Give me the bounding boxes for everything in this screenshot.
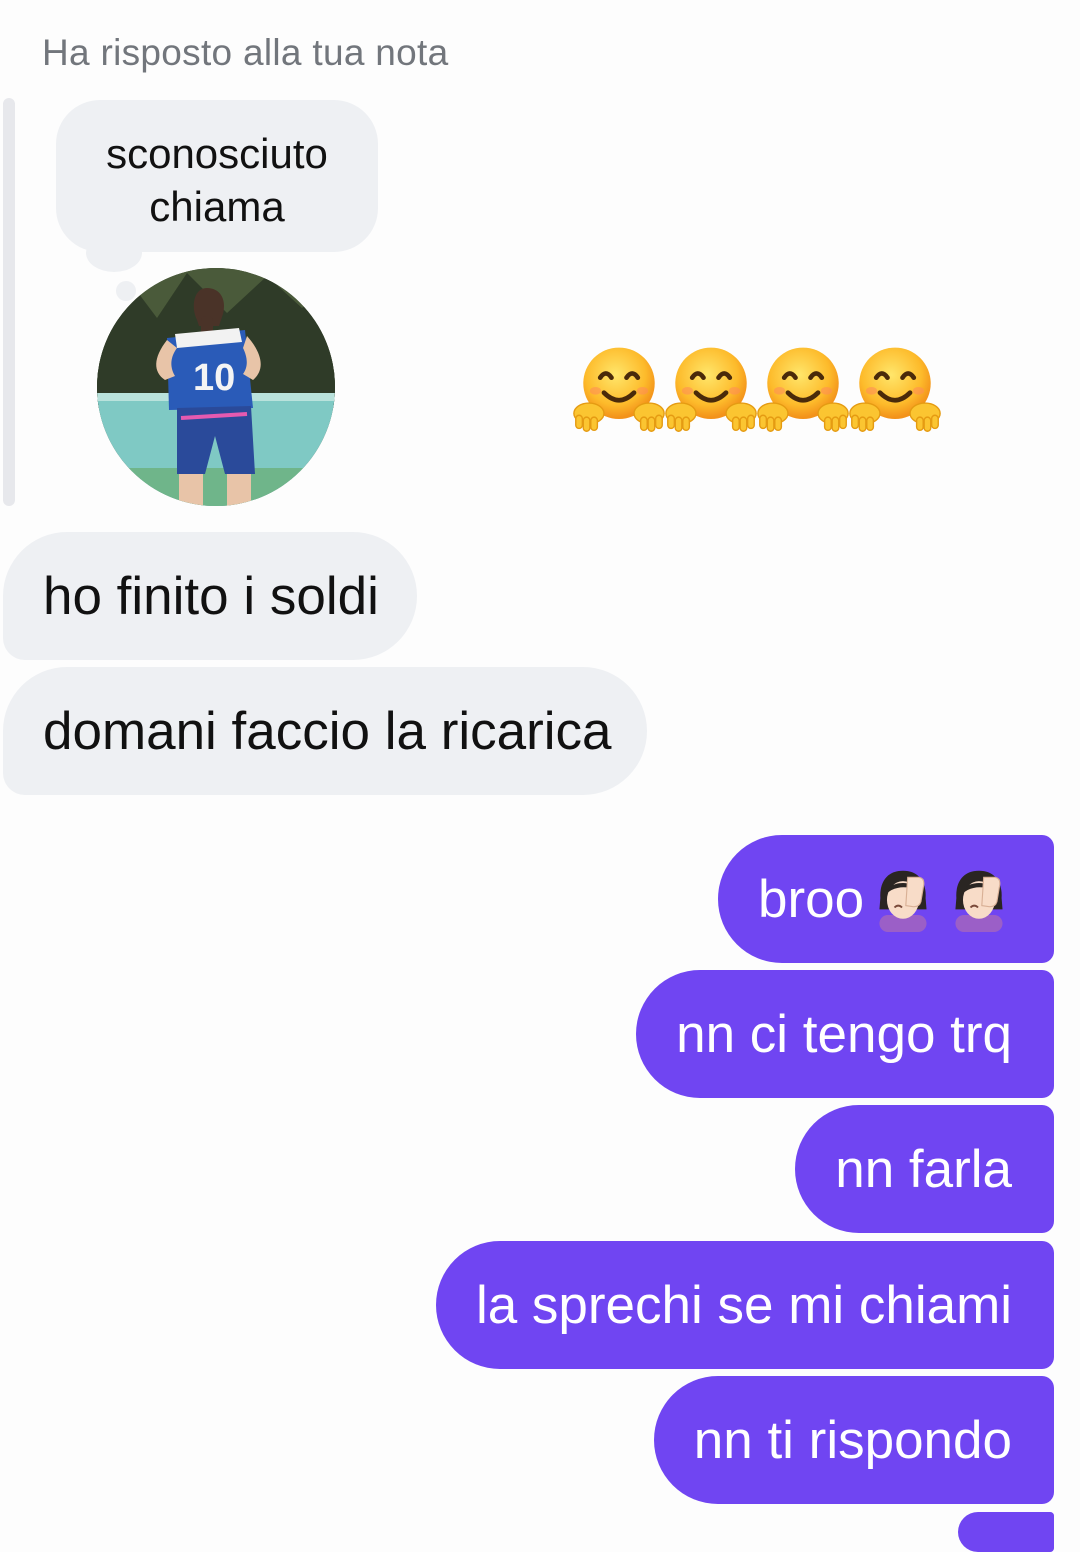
- hugging-face-icon: [572, 338, 666, 438]
- reply-header: Ha risposto alla tua nota: [42, 32, 449, 73]
- woman-facepalming-icon: [870, 866, 936, 932]
- message-text: la sprechi se mi chiami: [475, 1275, 1012, 1335]
- message-text: nn ti rispondo: [693, 1410, 1012, 1470]
- message-text: broo: [758, 869, 865, 929]
- reaction-emoji-row: [572, 338, 940, 438]
- sent-message[interactable]: nn ti rispondo: [653, 1376, 1054, 1504]
- note-avatar[interactable]: 10: [97, 268, 335, 506]
- message-text: nn ci tengo trq: [676, 1004, 1012, 1064]
- hugging-face-icon: [848, 338, 942, 438]
- note-text-line: sconosciuto: [106, 130, 328, 177]
- hugging-face-icon: [664, 338, 758, 438]
- quote-bar: [3, 98, 15, 506]
- svg-text:10: 10: [193, 357, 235, 399]
- message-text: ho finito i soldi: [43, 566, 379, 626]
- sent-message[interactable]: nn farla: [795, 1105, 1054, 1233]
- sent-message[interactable]: la sprechi se mi chiami: [435, 1241, 1054, 1369]
- sent-message-partial: [958, 1512, 1054, 1552]
- message-text: nn farla: [835, 1139, 1012, 1199]
- sent-message[interactable]: nn ci tengo trq: [636, 970, 1054, 1098]
- thought-bubble-dot: [116, 281, 136, 301]
- note-text-line: chiama: [149, 183, 285, 230]
- sent-message[interactable]: broo: [718, 835, 1054, 963]
- note-bubble[interactable]: sconosciuto chiama: [56, 100, 378, 252]
- received-message[interactable]: ho finito i soldi: [3, 532, 417, 660]
- hugging-face-icon: [756, 338, 850, 438]
- message-text: domani faccio la ricarica: [43, 701, 612, 761]
- received-message[interactable]: domani faccio la ricarica: [3, 667, 647, 795]
- woman-facepalming-icon: [946, 866, 1012, 932]
- avatar-photo: 10: [97, 268, 335, 506]
